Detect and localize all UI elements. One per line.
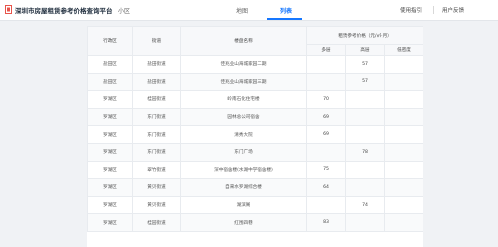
table-row: 罗湖区 桂园街道 红围四巷 83	[87, 213, 423, 232]
low-price-cell	[383, 125, 423, 144]
street-cell: 盐田街道	[132, 72, 181, 92]
building-cell: 深中宿舍楼(水湖中学宿舍楼)	[180, 160, 307, 180]
district-cell: 罗湖区	[87, 90, 133, 109]
multi-price-cell	[306, 72, 346, 92]
high-price-cell	[345, 178, 385, 197]
street-cell: 盐田街道	[132, 55, 181, 74]
low-price-cell	[383, 178, 423, 197]
building-cell: 东门广场	[180, 142, 307, 162]
street-cell: 桂园街道	[132, 213, 181, 232]
building-cell: 岭南石化住宅楼	[180, 90, 307, 109]
low-price-cell	[383, 142, 423, 162]
column-header-price-group: 租赁参考价格（元/㎡·月）	[305, 26, 423, 45]
active-tab-indicator	[267, 18, 302, 20]
district-cell: 罗湖区	[87, 125, 133, 144]
multi-price-cell: 83	[306, 213, 346, 232]
guide-link[interactable]: 使用指引	[400, 6, 422, 14]
high-price-cell	[345, 160, 385, 180]
top-header: 深圳市房屋租赁参考价格查询平台 小区 地图 列表 使用指引 用户反馈	[0, 0, 498, 21]
tab-list[interactable]: 列表	[280, 6, 292, 15]
district-cell: 罗湖区	[87, 195, 133, 215]
building-cell: 湖滨阁	[180, 195, 307, 215]
multi-price-cell: 64	[306, 178, 346, 197]
high-price-cell	[345, 125, 385, 144]
street-cell: 桂园街道	[132, 90, 181, 109]
table-row: 罗湖区 东门街道 东门广场 78	[87, 142, 423, 162]
multi-price-cell: 69	[306, 107, 346, 127]
tab-map[interactable]: 地图	[236, 6, 248, 15]
high-price-cell: 74	[345, 195, 385, 215]
region-selector[interactable]: 小区	[118, 6, 130, 15]
building-cell: 红围四巷	[180, 213, 307, 232]
table-row: 罗湖区 桂园街道 岭南石化住宅楼 70	[87, 90, 423, 109]
district-cell: 罗湖区	[87, 160, 133, 180]
table-row: 罗湖区 黄贝街道 湖滨阁 74	[87, 195, 423, 215]
column-header-street: 街道	[132, 26, 181, 56]
district-cell: 罗湖区	[87, 142, 133, 162]
header-divider	[433, 6, 434, 14]
building-cell: 佳兆业山海城家园二期	[180, 55, 307, 74]
house-logo-icon	[5, 5, 12, 14]
high-price-cell: 78	[345, 142, 385, 162]
multi-price-cell: 70	[306, 90, 346, 109]
high-price-cell	[345, 107, 385, 127]
high-price-cell: 57	[345, 55, 385, 74]
multi-price-cell	[306, 55, 346, 74]
price-table: 行政区 街道 楼盘名称 租赁参考价格（元/㎡·月） 多层 高层 低密度 盐田区 …	[87, 26, 423, 232]
low-price-cell	[383, 107, 423, 127]
low-price-cell	[383, 55, 423, 74]
district-cell: 罗湖区	[87, 178, 133, 197]
multi-price-cell	[306, 142, 346, 162]
column-header-multi: 多层	[306, 44, 346, 56]
multi-price-cell: 69	[306, 125, 346, 144]
table-row: 罗湖区 东门街道 园林总公司宿舍 69	[87, 107, 423, 127]
district-cell: 盐田区	[87, 72, 133, 92]
high-price-cell: 57	[345, 72, 385, 92]
multi-price-cell	[306, 195, 346, 215]
multi-price-cell: 75	[306, 160, 346, 180]
table-row: 罗湖区 翠竹街道 深中宿舍楼(水湖中学宿舍楼) 75	[87, 160, 423, 180]
table-row: 罗湖区 东门街道 清秀大院 69	[87, 125, 423, 144]
district-cell: 罗湖区	[87, 213, 133, 232]
building-cell: 自来水罗湖综合楼	[180, 178, 307, 197]
low-price-cell	[383, 72, 423, 92]
price-table-card: 行政区 街道 楼盘名称 租赁参考价格（元/㎡·月） 多层 高层 低密度 盐田区 …	[87, 26, 423, 247]
street-cell: 黄贝街道	[132, 195, 181, 215]
street-cell: 东门街道	[132, 107, 181, 127]
district-cell: 罗湖区	[87, 107, 133, 127]
high-price-cell	[345, 213, 385, 232]
building-cell: 园林总公司宿舍	[180, 107, 307, 127]
building-cell: 清秀大院	[180, 125, 307, 144]
street-cell: 东门街道	[132, 142, 181, 162]
district-cell: 盐田区	[87, 55, 133, 74]
low-price-cell	[383, 195, 423, 215]
app-title: 深圳市房屋租赁参考价格查询平台	[15, 7, 113, 15]
street-cell: 黄贝街道	[132, 178, 181, 197]
column-header-high: 高层	[345, 44, 385, 56]
feedback-link[interactable]: 用户反馈	[442, 6, 464, 14]
column-header-low: 低密度	[383, 44, 423, 56]
high-price-cell	[345, 90, 385, 109]
column-header-district: 行政区	[87, 26, 133, 56]
low-price-cell	[383, 213, 423, 232]
low-price-cell	[383, 160, 423, 180]
low-price-cell	[383, 90, 423, 109]
table-row: 盐田区 盐田街道 佳兆业山海城家园三期 57	[87, 72, 423, 92]
column-header-building: 楼盘名称	[180, 26, 307, 56]
building-cell: 佳兆业山海城家园三期	[180, 72, 307, 92]
street-cell: 翠竹街道	[132, 160, 181, 180]
table-row: 罗湖区 黄贝街道 自来水罗湖综合楼 64	[87, 178, 423, 197]
table-row: 盐田区 盐田街道 佳兆业山海城家园二期 57	[87, 55, 423, 74]
street-cell: 东门街道	[132, 125, 181, 144]
